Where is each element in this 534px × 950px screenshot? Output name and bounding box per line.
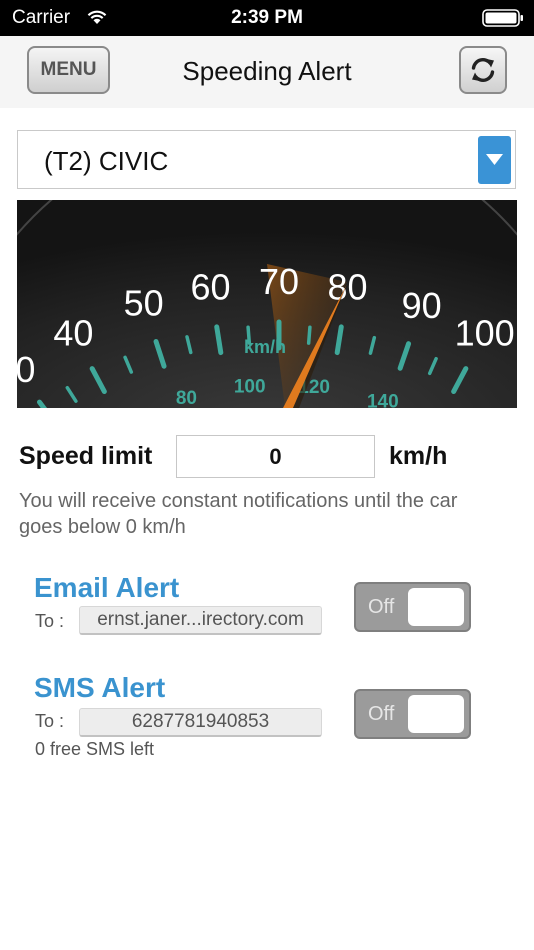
dial-outer-label: 30: [17, 349, 35, 390]
dial-minor-tick: [306, 325, 312, 345]
dial-outer-label: 90: [402, 285, 442, 326]
status-bar: Carrier 2:39 PM: [0, 0, 534, 36]
speed-limit-unit: km/h: [389, 442, 448, 470]
dial-inner-label: 100: [234, 376, 266, 397]
page-title: Speeding Alert: [182, 56, 352, 86]
speed-limit-input[interactable]: [176, 435, 375, 478]
email-to-label: To :: [35, 611, 65, 631]
caret-down-icon: [486, 154, 503, 165]
sms-remaining-label: 0 free SMS left: [35, 739, 155, 759]
dial-outer-label: 100: [455, 312, 515, 353]
battery-icon: [482, 9, 523, 27]
dial-outer-label: 70: [259, 261, 299, 302]
refresh-icon: [471, 58, 495, 82]
sms-alert-toggle[interactable]: Off: [354, 689, 471, 739]
dropdown-button[interactable]: [478, 136, 511, 184]
status-time: 2:39 PM: [231, 7, 303, 28]
speed-limit-label: Speed limit: [19, 442, 153, 470]
dial-unit-label: km/h: [244, 337, 286, 357]
sms-to-label: To :: [35, 711, 65, 731]
dial-outer-label: 80: [327, 266, 367, 307]
sms-toggle-knob: [408, 695, 464, 733]
navigation-bar: MENU Speeding Alert: [0, 36, 534, 108]
refresh-button[interactable]: [459, 46, 507, 94]
selected-vehicle: (T2) CIVIC: [44, 146, 169, 176]
email-alert-title: Email Alert: [34, 572, 180, 603]
sms-recipient-field[interactable]: [79, 708, 322, 737]
email-toggle-knob: [408, 588, 464, 626]
speedometer-dial: 304050607080901006080100120140160km/h: [17, 200, 517, 408]
dial-outer-label: 50: [124, 282, 164, 323]
dial-outer-label: 40: [53, 312, 93, 353]
notification-notice: You will receive constant notifications …: [19, 490, 458, 538]
vehicle-selector[interactable]: (T2) CIVIC: [17, 130, 516, 189]
email-toggle-label: Off: [368, 596, 395, 618]
dial-inner-label: 80: [176, 388, 197, 408]
email-alert-toggle[interactable]: Off: [354, 582, 471, 632]
email-recipient-field[interactable]: [79, 606, 322, 635]
sms-alert-title: SMS Alert: [34, 672, 166, 703]
dial-inner-label: 140: [367, 391, 399, 408]
dial-outer-label: 60: [190, 266, 230, 307]
sms-toggle-label: Off: [368, 703, 395, 725]
speedometer-image: 304050607080901006080100120140160km/h: [17, 200, 517, 408]
